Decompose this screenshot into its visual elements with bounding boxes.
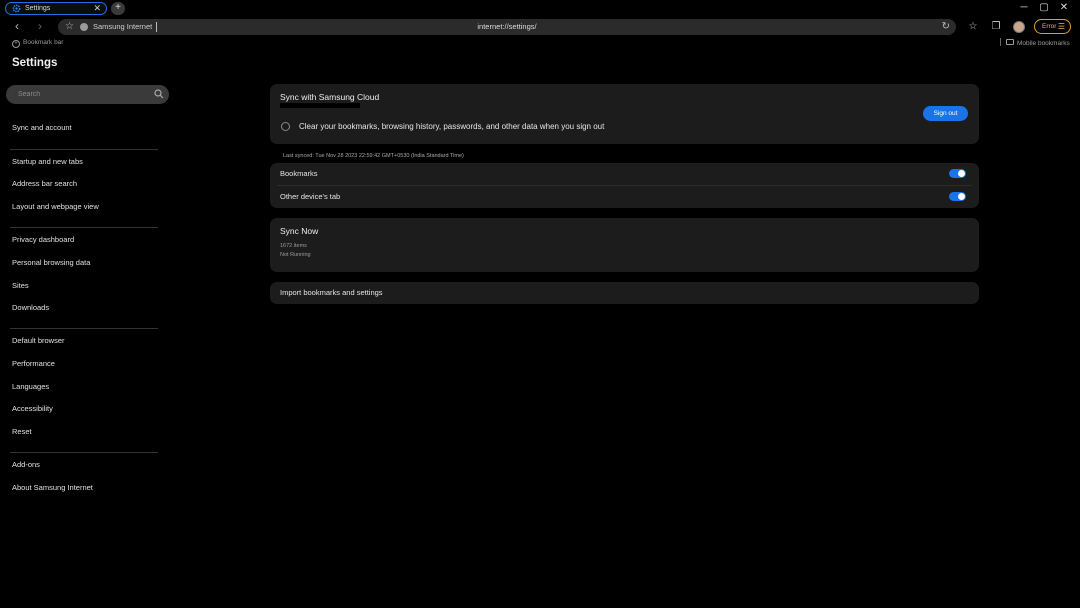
address-bar[interactable]: ☆ Samsung Internet internet://settings/ … <box>58 19 956 35</box>
bookmark-bar-add[interactable]: + Bookmark bar <box>12 38 63 48</box>
sidebar-item-personal-data[interactable]: Personal browsing data <box>12 258 90 268</box>
redacted-account <box>280 103 360 108</box>
toggle-knob <box>958 170 965 177</box>
toggle-label-bookmarks: Bookmarks <box>280 169 318 178</box>
sign-out-button[interactable]: Sign out <box>923 106 968 121</box>
sidebar-item-performance[interactable]: Performance <box>12 359 55 369</box>
divider <box>10 328 158 329</box>
sidebar-item-accessibility[interactable]: Accessibility <box>12 404 53 414</box>
sidebar-item-startup[interactable]: Startup and new tabs <box>12 157 83 167</box>
sidebar-item-layout[interactable]: Layout and webpage view <box>12 202 99 212</box>
sync-title: Sync with Samsung Cloud <box>280 92 380 102</box>
sidebar-item-privacy[interactable]: Privacy dashboard <box>12 235 74 245</box>
sidebar-item-about[interactable]: About Samsung Internet <box>12 483 93 493</box>
divider <box>10 227 158 228</box>
clear-data-radio[interactable] <box>281 122 290 131</box>
tab-close-icon[interactable]: ✕ <box>93 3 101 14</box>
sidebar-item-address-bar[interactable]: Address bar search <box>12 179 77 189</box>
sidebar-item-reset[interactable]: Reset <box>12 427 32 437</box>
sync-toggles-card: Bookmarks Other device's tab <box>270 163 979 208</box>
import-label: Import bookmarks and settings <box>280 288 383 297</box>
new-tab-button[interactable]: + <box>111 2 125 15</box>
error-label: Error <box>1042 23 1057 30</box>
add-icon: + <box>12 40 20 48</box>
toggle-label-other-tabs: Other device's tab <box>280 192 341 201</box>
bookmark-bar-label: Bookmark bar <box>23 39 64 46</box>
forward-icon[interactable]: › <box>33 19 47 33</box>
divider <box>10 149 158 150</box>
search-icon[interactable] <box>154 89 164 99</box>
last-synced-text: Last synced: Tue Nov 28 2023 22:59:42 GM… <box>283 153 464 159</box>
divider <box>10 452 158 453</box>
folder-icon <box>1006 39 1014 45</box>
sync-account-card: Sync with Samsung Cloud Clear your bookm… <box>270 84 979 144</box>
window-close-icon[interactable]: ✕ <box>1057 2 1071 14</box>
toolbar: ‹ › ☆ Samsung Internet internet://settin… <box>0 17 1080 37</box>
sidebar-item-addons[interactable]: Add-ons <box>12 460 40 470</box>
page-title: Settings <box>12 57 58 69</box>
search-input[interactable] <box>6 85 169 104</box>
mobile-bookmarks-label: Mobile bookmarks <box>1017 40 1070 47</box>
url-text[interactable]: internet://settings/ <box>58 22 956 32</box>
back-icon[interactable]: ‹ <box>10 19 24 33</box>
tabs-icon[interactable]: ❐ <box>989 20 1003 34</box>
avatar[interactable] <box>1013 21 1025 33</box>
gear-icon <box>12 4 21 13</box>
tab-title: Settings <box>25 5 51 12</box>
tab-strip: Settings ✕ + ─ ▢ ✕ <box>0 0 1080 17</box>
divider <box>1000 38 1001 46</box>
other-tabs-toggle[interactable] <box>949 192 966 201</box>
error-menu-button[interactable]: Error ☰ <box>1034 19 1071 34</box>
divider <box>277 185 972 186</box>
mobile-bookmarks[interactable]: Mobile bookmarks <box>1000 38 1070 49</box>
sidebar-item-sync-account[interactable]: Sync and account <box>12 123 72 133</box>
sync-now-card[interactable]: Sync Now 1672 items Not Running <box>270 218 979 272</box>
toggle-knob <box>958 193 965 200</box>
bookmarks-toggle[interactable] <box>949 169 966 178</box>
sidebar-item-downloads[interactable]: Downloads <box>12 303 49 313</box>
maximize-icon[interactable]: ▢ <box>1037 2 1051 14</box>
clear-data-label: Clear your bookmarks, browsing history, … <box>299 122 605 131</box>
reload-icon[interactable]: ↻ <box>942 20 950 34</box>
tab-settings[interactable]: Settings ✕ <box>5 2 107 15</box>
bookmark-bar: + Bookmark bar Mobile bookmarks <box>0 37 1080 50</box>
bookmarks-star-icon[interactable]: ☆ <box>966 20 980 34</box>
sync-item-count: 1672 items <box>280 243 307 249</box>
sidebar-item-default-browser[interactable]: Default browser <box>12 336 65 346</box>
sync-status: Not Running <box>280 252 311 258</box>
sidebar-item-languages[interactable]: Languages <box>12 382 49 392</box>
import-card[interactable]: Import bookmarks and settings <box>270 282 979 304</box>
sync-now-title: Sync Now <box>280 226 319 236</box>
menu-icon: ☰ <box>1057 22 1065 31</box>
sidebar-item-sites[interactable]: Sites <box>12 281 29 291</box>
minimize-icon[interactable]: ─ <box>1017 2 1031 14</box>
